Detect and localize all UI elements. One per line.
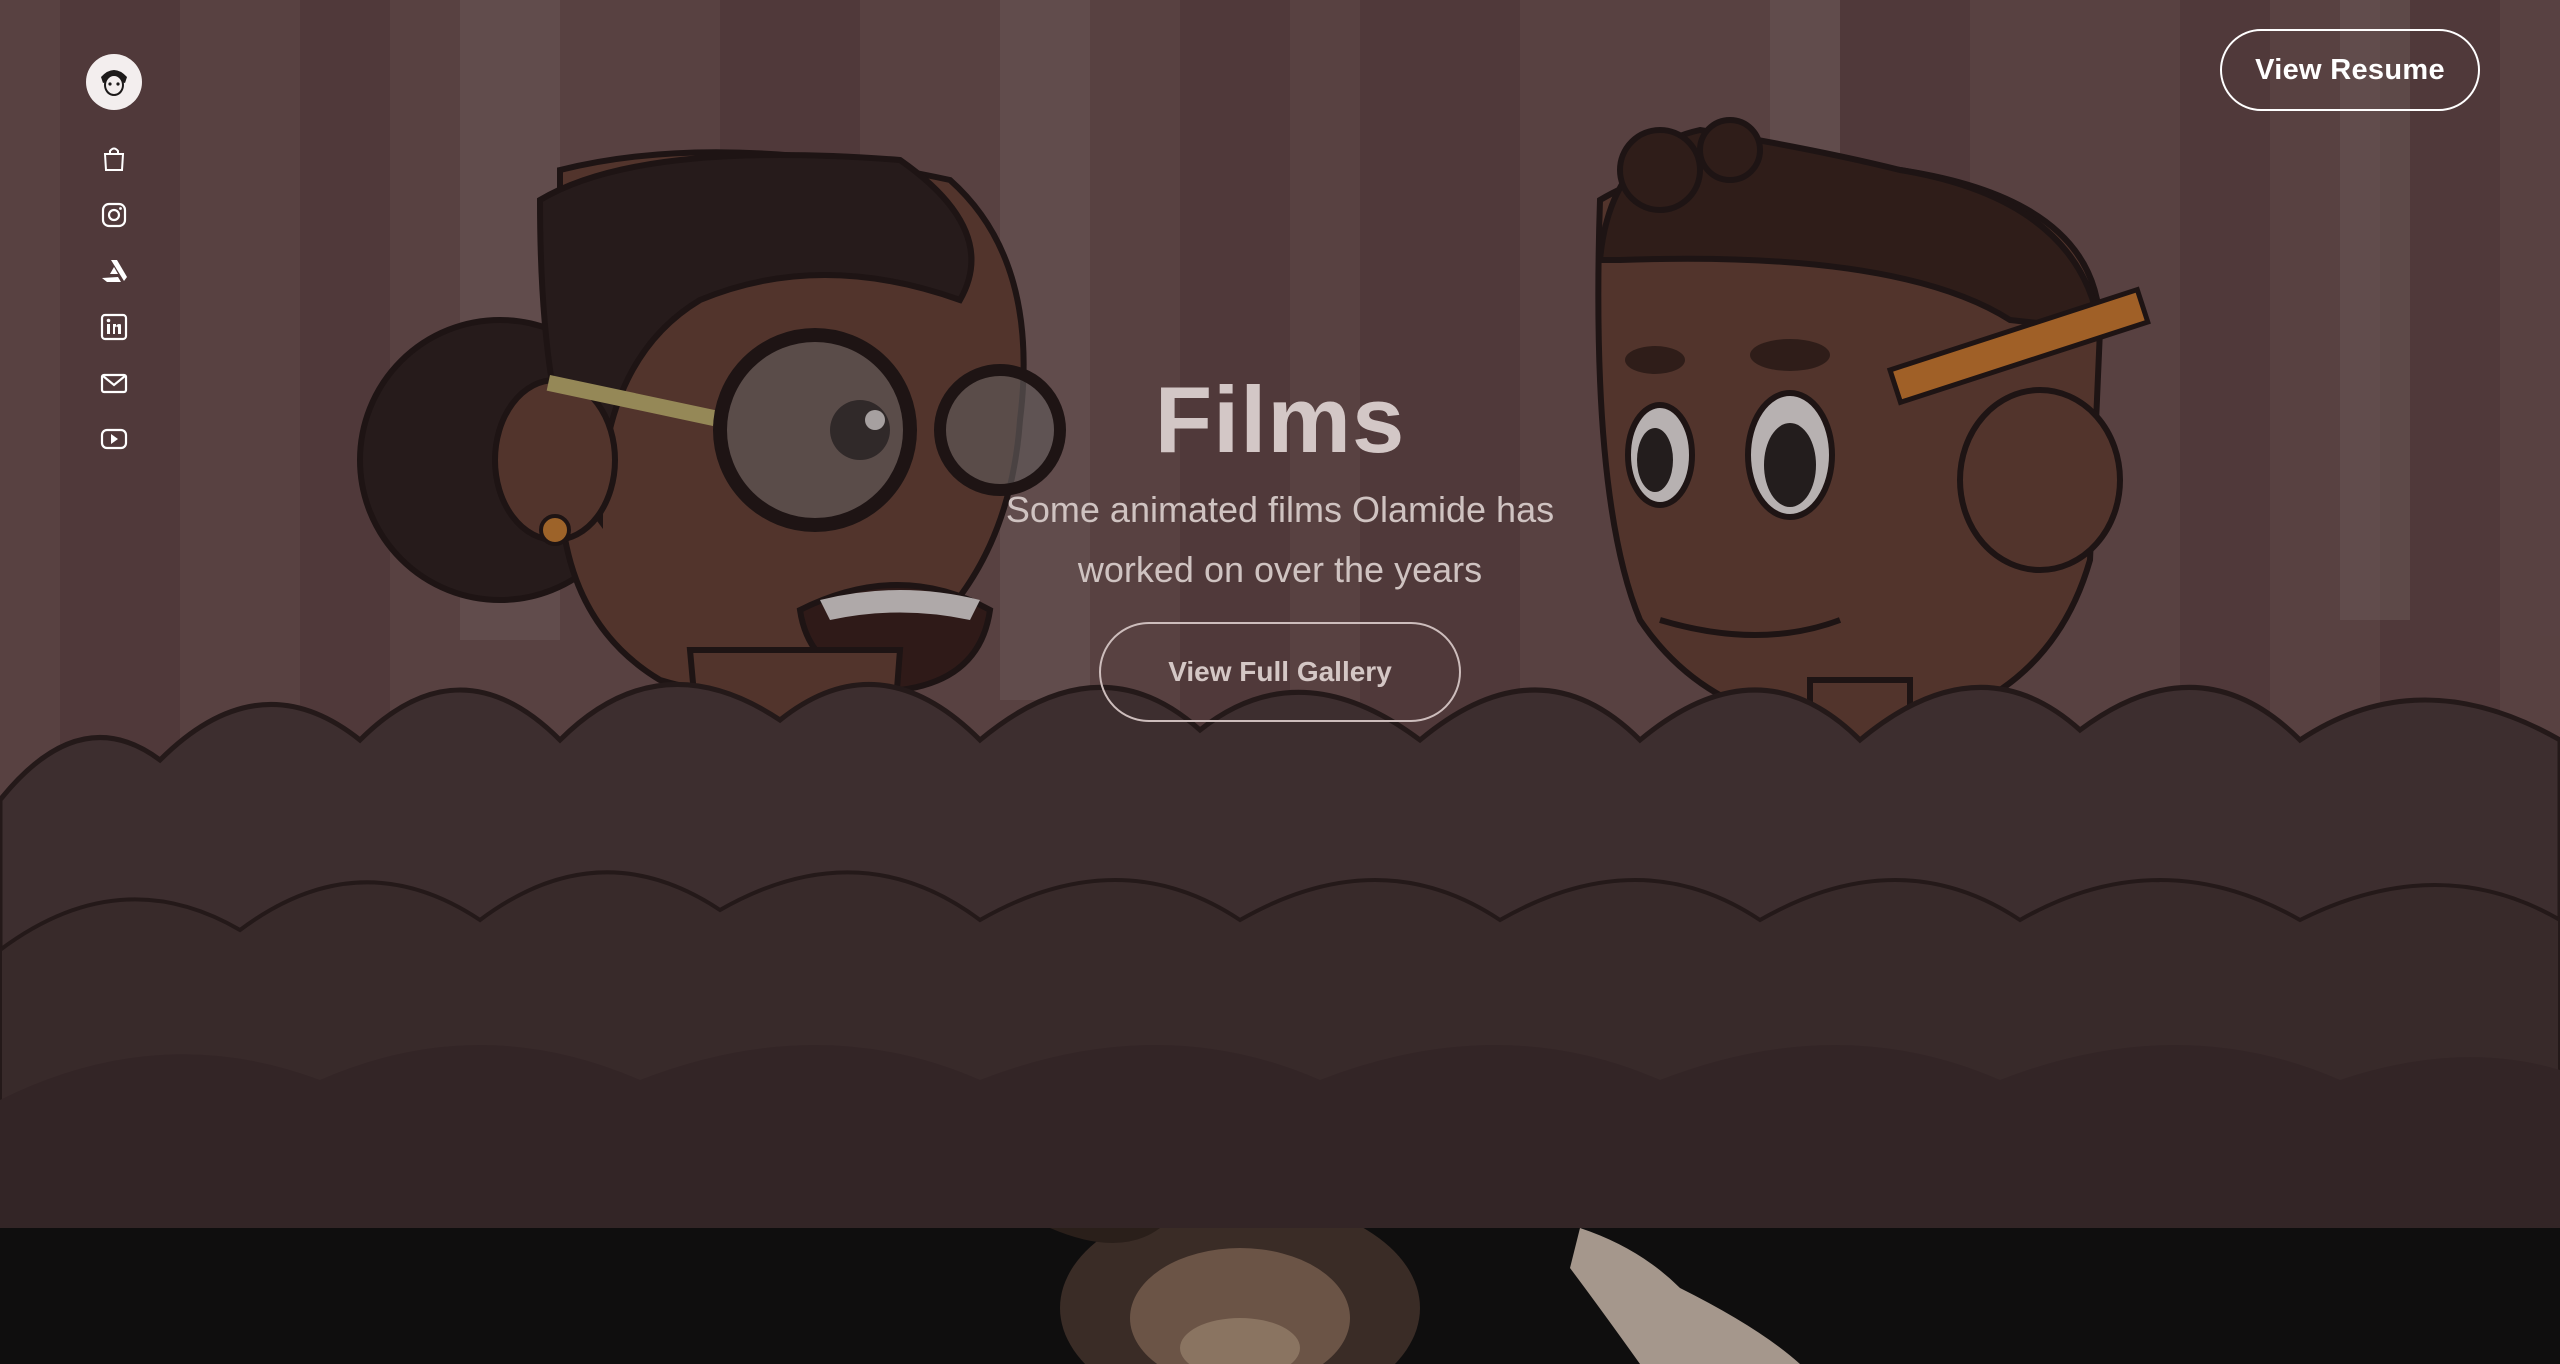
shopping-bag-icon[interactable] (86, 142, 142, 176)
view-resume-button[interactable]: View Resume (2220, 29, 2480, 111)
artstation-icon[interactable] (86, 254, 142, 288)
linkedin-icon[interactable] (86, 310, 142, 344)
gallery-preview-image (1050, 1228, 1800, 1364)
films-hero-content: Films Some animated films Olamide has wo… (960, 360, 1600, 722)
social-sidebar (86, 54, 142, 478)
hero-section: View Resume Films Some animated films Ol… (0, 0, 2560, 1228)
youtube-icon[interactable] (86, 422, 142, 456)
page-subtitle: Some animated films Olamide has worked o… (1005, 489, 1555, 590)
instagram-icon[interactable] (86, 198, 142, 232)
next-gallery-section (0, 1228, 2560, 1364)
logo-face-icon (92, 60, 136, 104)
mail-icon[interactable] (86, 366, 142, 400)
page-title: Films (1154, 367, 1406, 472)
site-logo[interactable] (86, 54, 142, 110)
view-full-gallery-button[interactable]: View Full Gallery (1099, 622, 1461, 722)
